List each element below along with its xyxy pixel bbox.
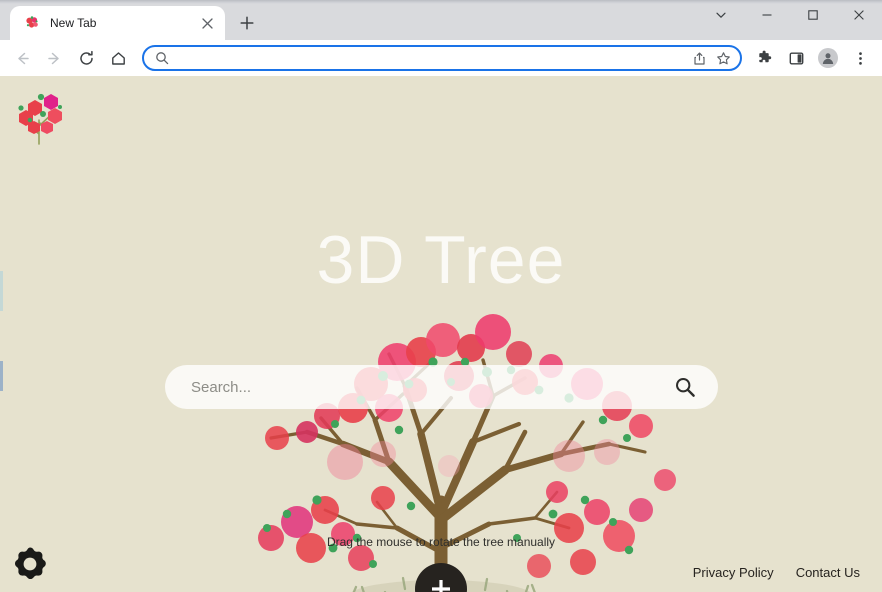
side-panel-icon: [789, 52, 803, 65]
blossom-favicon: [24, 15, 40, 31]
site-search-input[interactable]: [191, 378, 670, 396]
person-icon: [818, 48, 838, 68]
cut-off-window-edge: [0, 0, 882, 4]
home-icon: [111, 51, 125, 65]
window-controls: [698, 0, 882, 30]
plus-icon: [240, 16, 254, 30]
reload-button[interactable]: [72, 44, 100, 72]
address-bar[interactable]: [142, 45, 742, 71]
rotate-hint-text: Drag the mouse to rotate the tree manual…: [326, 535, 556, 549]
share-icon[interactable]: [688, 47, 710, 69]
footer-links: Privacy Policy Contact Us: [693, 565, 860, 580]
tab-title: New Tab: [50, 16, 97, 30]
search-icon[interactable]: [670, 372, 700, 402]
close-icon: [854, 10, 864, 20]
gear-icon[interactable]: [10, 544, 50, 584]
reload-icon: [79, 50, 93, 65]
extensions-button[interactable]: [750, 44, 778, 72]
page-viewport: 3D Tree Search... Drag the mouse to rota…: [0, 76, 882, 592]
browser-window: New Tab 3D Tree Search... Drag the mouse…: [0, 0, 882, 592]
forward-button[interactable]: [40, 44, 68, 72]
tab-search-button[interactable]: [698, 0, 744, 30]
arrow-right-icon: [47, 52, 59, 64]
maximize-button[interactable]: [790, 0, 836, 30]
minimize-button[interactable]: [744, 0, 790, 30]
three-dots-vertical-icon: [858, 51, 862, 65]
home-button[interactable]: [104, 44, 132, 72]
window-edge-artifact: [0, 361, 3, 391]
puzzle-icon: [758, 50, 771, 62]
chevron-down-icon: [716, 12, 726, 18]
browser-tab[interactable]: New Tab: [10, 6, 225, 40]
arrow-left-icon: [17, 52, 29, 64]
profile-button[interactable]: [814, 44, 842, 72]
search-icon: [154, 50, 170, 66]
contact-us-link[interactable]: Contact Us: [796, 565, 860, 580]
privacy-policy-link[interactable]: Privacy Policy: [693, 565, 774, 580]
close-icon[interactable]: [197, 13, 217, 33]
side-panel-button[interactable]: [782, 44, 810, 72]
blossom-logo[interactable]: [8, 86, 70, 148]
browser-menu-button[interactable]: [846, 44, 874, 72]
back-button[interactable]: [8, 44, 36, 72]
plus-icon: [432, 580, 450, 592]
browser-toolbar: [0, 40, 882, 76]
site-search-bar[interactable]: [165, 365, 718, 409]
tab-strip: New Tab: [0, 0, 882, 40]
address-bar-input[interactable]: [178, 51, 686, 65]
minimize-icon: [762, 14, 772, 16]
new-tab-button[interactable]: [233, 9, 261, 37]
star-icon[interactable]: [712, 47, 734, 69]
close-window-button[interactable]: [836, 0, 882, 30]
maximize-icon: [808, 10, 818, 20]
